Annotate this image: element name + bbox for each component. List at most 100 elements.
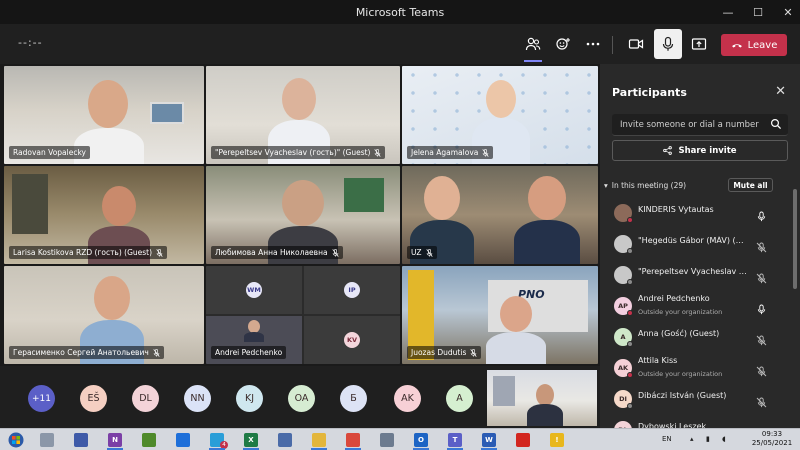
video-tile[interactable]: Любимова Анна Николаевна [206, 166, 400, 264]
presence-status-icon [627, 248, 633, 254]
onenote-icon: N [108, 433, 122, 447]
microphone-off-icon[interactable] [756, 331, 767, 346]
mini-avatar: IP [344, 282, 360, 298]
close-panel-button[interactable]: ✕ [775, 84, 786, 99]
leave-label: Leave [747, 39, 778, 51]
teams-taskbar-button[interactable]: T [444, 431, 466, 450]
video-tile[interactable]: Герасименко Сергей Анатольевич [4, 266, 204, 364]
participant-row[interactable]: AP Andrei Pedchenko Outside your organizat… [600, 291, 795, 321]
show-participants-button[interactable] [520, 32, 546, 62]
avatar[interactable]: AK [394, 385, 421, 412]
participant-row[interactable]: "Perepeltsev Vyacheslav (г… [600, 260, 795, 290]
video-tile[interactable]: PNO Juozas Dudutis [402, 266, 598, 364]
more-actions-button[interactable] [580, 32, 606, 56]
participant-name: KINDERIS Vytautas [638, 205, 714, 214]
reactions-button[interactable] [550, 32, 576, 56]
onenote-taskbar-button[interactable]: N [104, 431, 126, 450]
system-clock[interactable]: 09:33 25/05/2021 [749, 430, 795, 448]
microphone-off-icon[interactable] [756, 362, 767, 377]
self-view-video[interactable] [487, 370, 597, 426]
teamviewer-taskbar-button[interactable] [172, 431, 194, 449]
chrome-taskbar-button[interactable] [342, 431, 364, 450]
game-taskbar-button[interactable] [138, 431, 160, 449]
window-controls: — ☐ ✕ [722, 0, 794, 24]
mini-avatar: KV [344, 332, 360, 348]
teamviewer-icon [176, 433, 190, 447]
avatar[interactable]: DL [132, 385, 159, 412]
share-screen-button[interactable] [686, 32, 712, 56]
tile-name-label: "Perepeltsev Vyacheslav (гость)" (Guest) [211, 146, 386, 159]
explorer-taskbar-button[interactable] [308, 431, 330, 450]
bookshelf [12, 174, 48, 234]
participant-row[interactable]: DI Dibáczi István (Guest) [600, 384, 795, 414]
in-meeting-section-toggle[interactable]: ▾ In this meeting (29) [604, 181, 686, 190]
presence-status-icon [627, 217, 633, 223]
mute-all-button[interactable]: Mute all [728, 178, 773, 192]
video-tile[interactable]: Jelena Agamalova [402, 66, 598, 164]
video-tile[interactable]: Radovan Vopalecky [4, 66, 204, 164]
invite-search-field[interactable] [612, 114, 788, 136]
outlook-taskbar-button[interactable]: O [410, 431, 432, 450]
microphone-off-icon [482, 148, 489, 157]
video-tile[interactable]: WM IP KV Andrei Pedchenko [206, 266, 400, 364]
network-drive-taskbar-button[interactable] [376, 431, 398, 449]
invite-input[interactable] [620, 118, 765, 132]
presence-status-icon [627, 310, 633, 316]
participant-row[interactable]: KINDERIS Vytautas [600, 198, 795, 228]
excel-icon: X [244, 433, 258, 447]
camera-button[interactable] [623, 32, 649, 56]
participant-org-note: Outside your organization [638, 370, 723, 378]
video-tile[interactable]: UZ [402, 166, 598, 264]
network-icon[interactable]: ▮ [706, 435, 710, 443]
tray-chevron-icon[interactable]: ▴ [690, 435, 694, 443]
acrobat-taskbar-button[interactable] [512, 431, 534, 449]
word-taskbar-button[interactable]: W [478, 431, 500, 450]
tile-name-label: Andrei Pedchenko [211, 346, 287, 359]
excel-taskbar-button[interactable]: X [240, 431, 262, 450]
avatar[interactable]: NN [184, 385, 211, 412]
warning-taskbar-button[interactable]: ! [546, 431, 568, 449]
microphone-icon[interactable] [756, 300, 767, 315]
participant-row[interactable]: "Hegedüs Gábor (MÁV) (G… [600, 229, 795, 259]
network-taskbar-button[interactable] [70, 431, 92, 449]
participant-name: Andrei Pedchenko [638, 294, 710, 303]
hang-up-icon [731, 44, 742, 48]
volume-icon[interactable]: ◖ [722, 435, 726, 443]
avatar[interactable]: KJ [236, 385, 263, 412]
participant-row[interactable]: A Anna (Gość) (Guest) [600, 322, 795, 352]
share-invite-label: Share invite [678, 145, 737, 156]
more-participants-button[interactable]: +11 [28, 385, 55, 412]
participant-name: Attila Kiss [638, 356, 678, 365]
tile-name-label: Любимова Анна Николаевна [211, 246, 343, 259]
video-tile[interactable]: Larisa Kostikova RZD (гость) (Guest) [4, 166, 204, 264]
participant-row[interactable]: AK Attila Kiss Outside your organization [600, 353, 795, 383]
microphone-icon[interactable] [756, 207, 767, 222]
telegram-taskbar-button[interactable]: 4 [206, 431, 228, 450]
microphone-icon [662, 36, 674, 51]
presence-status-icon [627, 403, 633, 409]
file-cabinet-taskbar-button[interactable] [36, 431, 58, 449]
avatar[interactable]: Б [340, 385, 367, 412]
microphone-off-icon[interactable] [756, 269, 767, 284]
window-title: Microsoft Teams [355, 5, 445, 19]
language-indicator[interactable]: EN [662, 435, 672, 443]
close-button[interactable]: ✕ [782, 6, 794, 19]
microphone-button[interactable] [654, 29, 682, 59]
microphone-off-icon[interactable] [756, 393, 767, 408]
tile-name-label: UZ [407, 246, 437, 259]
start-button[interactable] [2, 430, 30, 450]
avatar[interactable]: OA [288, 385, 315, 412]
minimize-button[interactable]: — [722, 6, 734, 19]
leave-button[interactable]: Leave [721, 34, 787, 56]
chevron-down-icon: ▾ [604, 181, 608, 190]
avatar[interactable]: EŠ [80, 385, 107, 412]
share-invite-button[interactable]: Share invite [612, 140, 788, 161]
mini-avatar: WM [246, 282, 262, 298]
maximize-button[interactable]: ☐ [752, 6, 764, 19]
avatar[interactable]: A [446, 385, 473, 412]
outlook-icon: O [414, 433, 428, 447]
photos-taskbar-button[interactable] [274, 431, 296, 449]
microphone-off-icon[interactable] [756, 238, 767, 253]
video-tile[interactable]: "Perepeltsev Vyacheslav (гость)" (Guest) [206, 66, 400, 164]
word-icon: W [482, 433, 496, 447]
